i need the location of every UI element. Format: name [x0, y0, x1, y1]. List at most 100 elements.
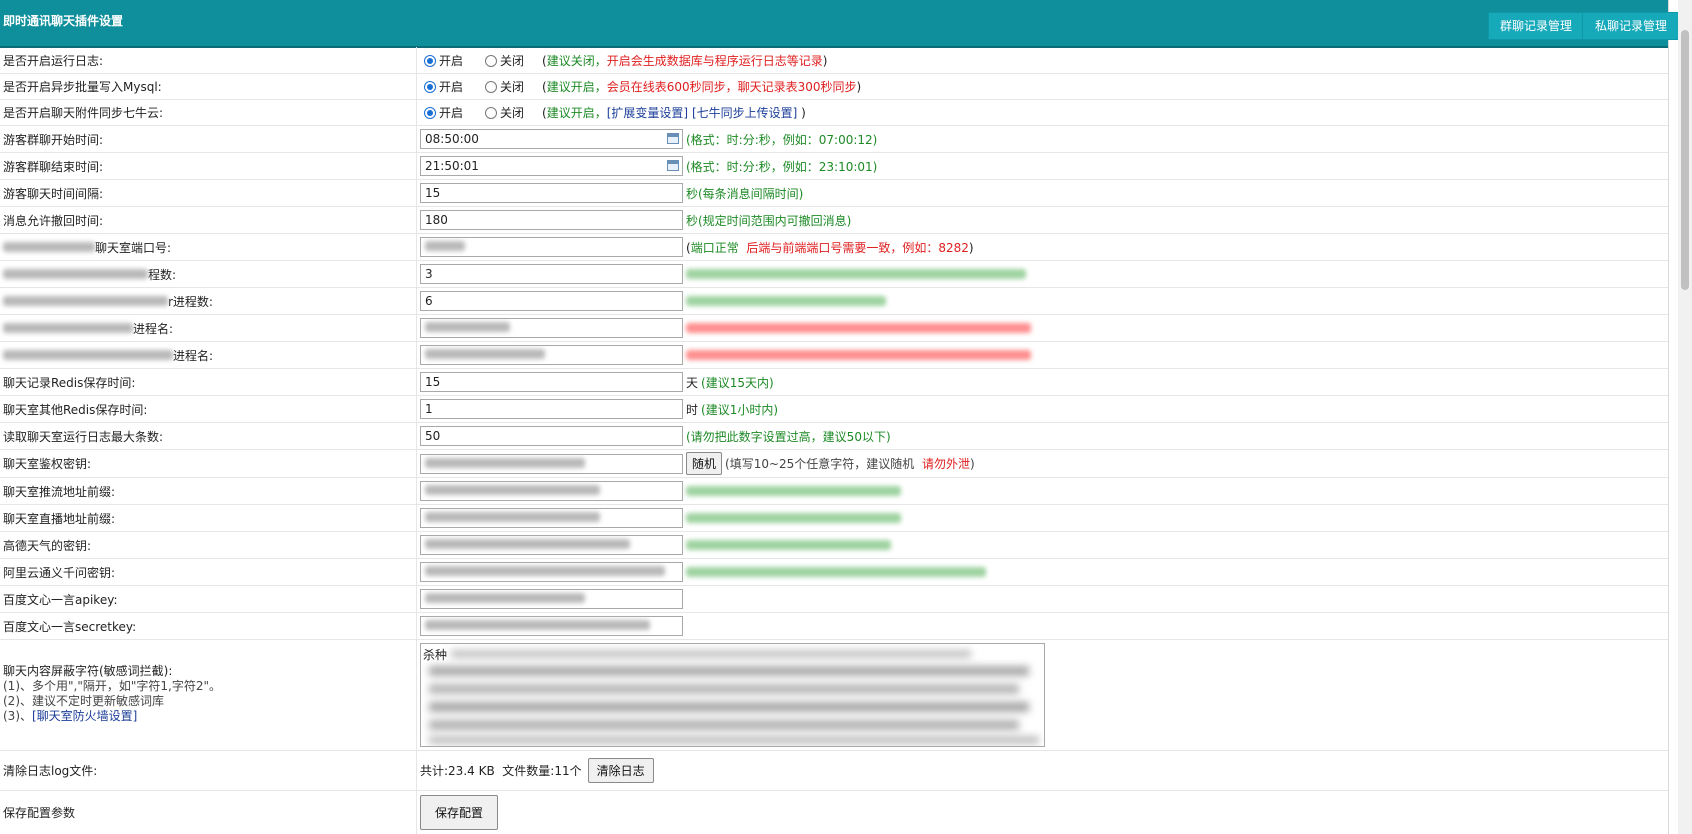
row-label: 聊天室推流地址前缀:: [3, 484, 116, 499]
process-count-input[interactable]: 3: [420, 264, 683, 284]
start-time-input[interactable]: 08:50:00: [420, 129, 683, 149]
private-chat-records-button[interactable]: 私聊记录管理: [1582, 12, 1680, 40]
row-label: 是否开启聊天附件同步七牛云:: [3, 106, 164, 120]
baidu-secretkey-input[interactable]: [420, 616, 683, 636]
radio-on[interactable]: [424, 54, 436, 67]
calendar-icon[interactable]: [667, 133, 679, 144]
row-value: [420, 613, 683, 639]
row-chat-interval: 游客聊天时间间隔: 15 秒(每条消息间隔时间): [0, 180, 1668, 207]
recall-input[interactable]: 180: [420, 210, 683, 230]
calendar-icon[interactable]: [667, 160, 679, 171]
row-baidu-secretkey: 百度文心一言secretkey:: [0, 613, 1668, 640]
row-value: 15 天 (建议15天内): [420, 369, 774, 395]
settings-panel: 即时通讯聊天插件设置 群聊记录管理 私聊记录管理 是否开启运行日志: 开启 关闭…: [0, 0, 1680, 834]
qiniu-upload-link[interactable]: [七牛同步上传设置]: [692, 106, 797, 120]
redacted-note: [686, 269, 1026, 279]
process-count-input[interactable]: 6: [420, 291, 683, 311]
row-value: 开启 关闭 (建议开启，[扩展变量设置] [七牛同步上传设置] ): [420, 100, 806, 125]
row-log-max: 读取聊天室运行日志最大条数: 50 (请勿把此数字设置过高，建议50以下): [0, 423, 1668, 450]
baidu-apikey-input[interactable]: [420, 589, 683, 609]
radio-off[interactable]: [485, 54, 498, 67]
note: (建议15天内): [701, 375, 774, 390]
row-value: 6: [420, 288, 886, 314]
push-prefix-input[interactable]: [420, 481, 683, 501]
auth-key-input[interactable]: [420, 453, 683, 474]
row-label: 游客聊天时间间隔:: [3, 186, 104, 201]
row-process-count-2: r进程数: 6: [0, 288, 1668, 315]
redacted-note: [686, 323, 1031, 333]
radio-off[interactable]: [485, 80, 498, 93]
row-value: 21:50:01 (格式：时:分:秒，例如：23:10:01): [420, 153, 877, 179]
redis-save-input[interactable]: 15: [420, 372, 683, 392]
radio-on-label: 开启: [439, 106, 464, 120]
row-value: 开启 关闭 (建议开启，会员在线表600秒同步，聊天记录表300秒同步): [420, 74, 861, 99]
amap-key-input[interactable]: [420, 535, 683, 555]
radio-on-label: 开启: [439, 80, 464, 94]
row-chat-port: 聊天室端口号: (端口正常 后端与前端端口号需要一致，例如：8282): [0, 234, 1668, 261]
row-live-prefix: 聊天室直播地址前缀:: [0, 505, 1668, 532]
row-value: 1 时 (建议1小时内): [420, 396, 778, 422]
radio-on[interactable]: [424, 80, 436, 93]
note: (格式：时:分:秒，例如：07:00:12): [686, 132, 878, 147]
vertical-scrollbar[interactable]: [1678, 0, 1692, 834]
row-value: 开启 关闭 (建议关闭，开启会生成数据库与程序运行日志等记录): [420, 48, 827, 73]
redacted-text: [3, 269, 148, 279]
firewall-settings-link[interactable]: [聊天室防火墙设置]: [32, 709, 137, 723]
note: (建议开启，[扩展变量设置] [七牛同步上传设置] ): [542, 106, 806, 120]
row-value: [420, 559, 986, 585]
page-title: 即时通讯聊天插件设置: [3, 14, 124, 28]
row-label: 进程名:: [3, 315, 173, 341]
log-max-input[interactable]: 50: [420, 426, 683, 446]
end-time-input[interactable]: 21:50:01: [420, 156, 683, 176]
radio-on[interactable]: [424, 106, 436, 119]
random-button[interactable]: 随机: [686, 452, 723, 475]
row-label: 进程名:: [3, 342, 213, 368]
row-baidu-apikey: 百度文心一言apikey:: [0, 586, 1668, 613]
note: (格式：时:分:秒，例如：23:10:01): [686, 159, 878, 174]
extended-vars-link[interactable]: [扩展变量设置]: [607, 106, 688, 120]
scrollbar-thumb[interactable]: [1681, 30, 1689, 290]
interval-input[interactable]: 15: [420, 183, 683, 203]
row-async-mysql: 是否开启异步批量写入Mysql: 开启 关闭 (建议开启，会员在线表600秒同步…: [0, 74, 1668, 100]
row-run-log: 是否开启运行日志: 开启 关闭 (建议关闭，开启会生成数据库与程序运行日志等记录…: [0, 48, 1668, 74]
radio-off[interactable]: [485, 106, 498, 119]
note: 秒(规定时间范围内可撤回消息): [686, 213, 852, 228]
row-amap-key: 高德天气的密钥:: [0, 532, 1668, 559]
row-label: 保存配置参数: [3, 806, 76, 820]
save-config-button[interactable]: 保存配置: [420, 795, 499, 830]
redis-other-input[interactable]: 1: [420, 399, 683, 419]
aliyun-key-input[interactable]: [420, 562, 683, 582]
row-value: [420, 478, 901, 504]
row-label: 聊天室鉴权密钥:: [3, 457, 92, 471]
row-label: r进程数:: [3, 288, 213, 314]
redacted-text: [3, 350, 173, 360]
row-redis-save: 聊天记录Redis保存时间: 15 天 (建议15天内): [0, 369, 1668, 396]
panel-header: 即时通讯聊天插件设置 群聊记录管理 私聊记录管理: [0, 0, 1680, 48]
live-prefix-input[interactable]: [420, 508, 683, 528]
row-label: 是否开启运行日志:: [3, 54, 104, 68]
log-total: 共计:23.4 KB 文件数量:11个: [420, 764, 582, 778]
port-input[interactable]: [420, 237, 683, 257]
row-redis-other: 聊天室其他Redis保存时间: 1 时 (建议1小时内): [0, 396, 1668, 423]
row-value: [420, 505, 901, 531]
redacted-note: [686, 513, 901, 523]
radio-on-label: 开启: [439, 54, 464, 68]
redacted-note: [686, 486, 901, 496]
row-value: 3: [420, 261, 1026, 287]
row-save: 保存配置参数 保存配置: [0, 791, 1668, 834]
row-push-prefix: 聊天室推流地址前缀:: [0, 478, 1668, 505]
row-value: 180 秒(规定时间范围内可撤回消息): [420, 207, 851, 233]
row-process-name-1: 进程名:: [0, 315, 1668, 342]
clear-log-button[interactable]: 清除日志: [587, 758, 654, 783]
process-name-input[interactable]: [420, 318, 683, 338]
filter-textarea[interactable]: 杀种: [420, 643, 1045, 747]
row-label: 阿里云通义千问密钥:: [3, 565, 116, 580]
process-name-input[interactable]: [420, 345, 683, 365]
row-value: 15 秒(每条消息间隔时间): [420, 180, 803, 206]
row-value: [420, 315, 1031, 341]
radio-off-label: 关闭: [500, 106, 525, 120]
row-process-name-2: 进程名:: [0, 342, 1668, 369]
group-chat-records-button[interactable]: 群聊记录管理: [1488, 12, 1584, 40]
row-label: 高德天气的密钥:: [3, 538, 92, 553]
note: (建议开启，会员在线表600秒同步，聊天记录表300秒同步): [542, 80, 862, 94]
